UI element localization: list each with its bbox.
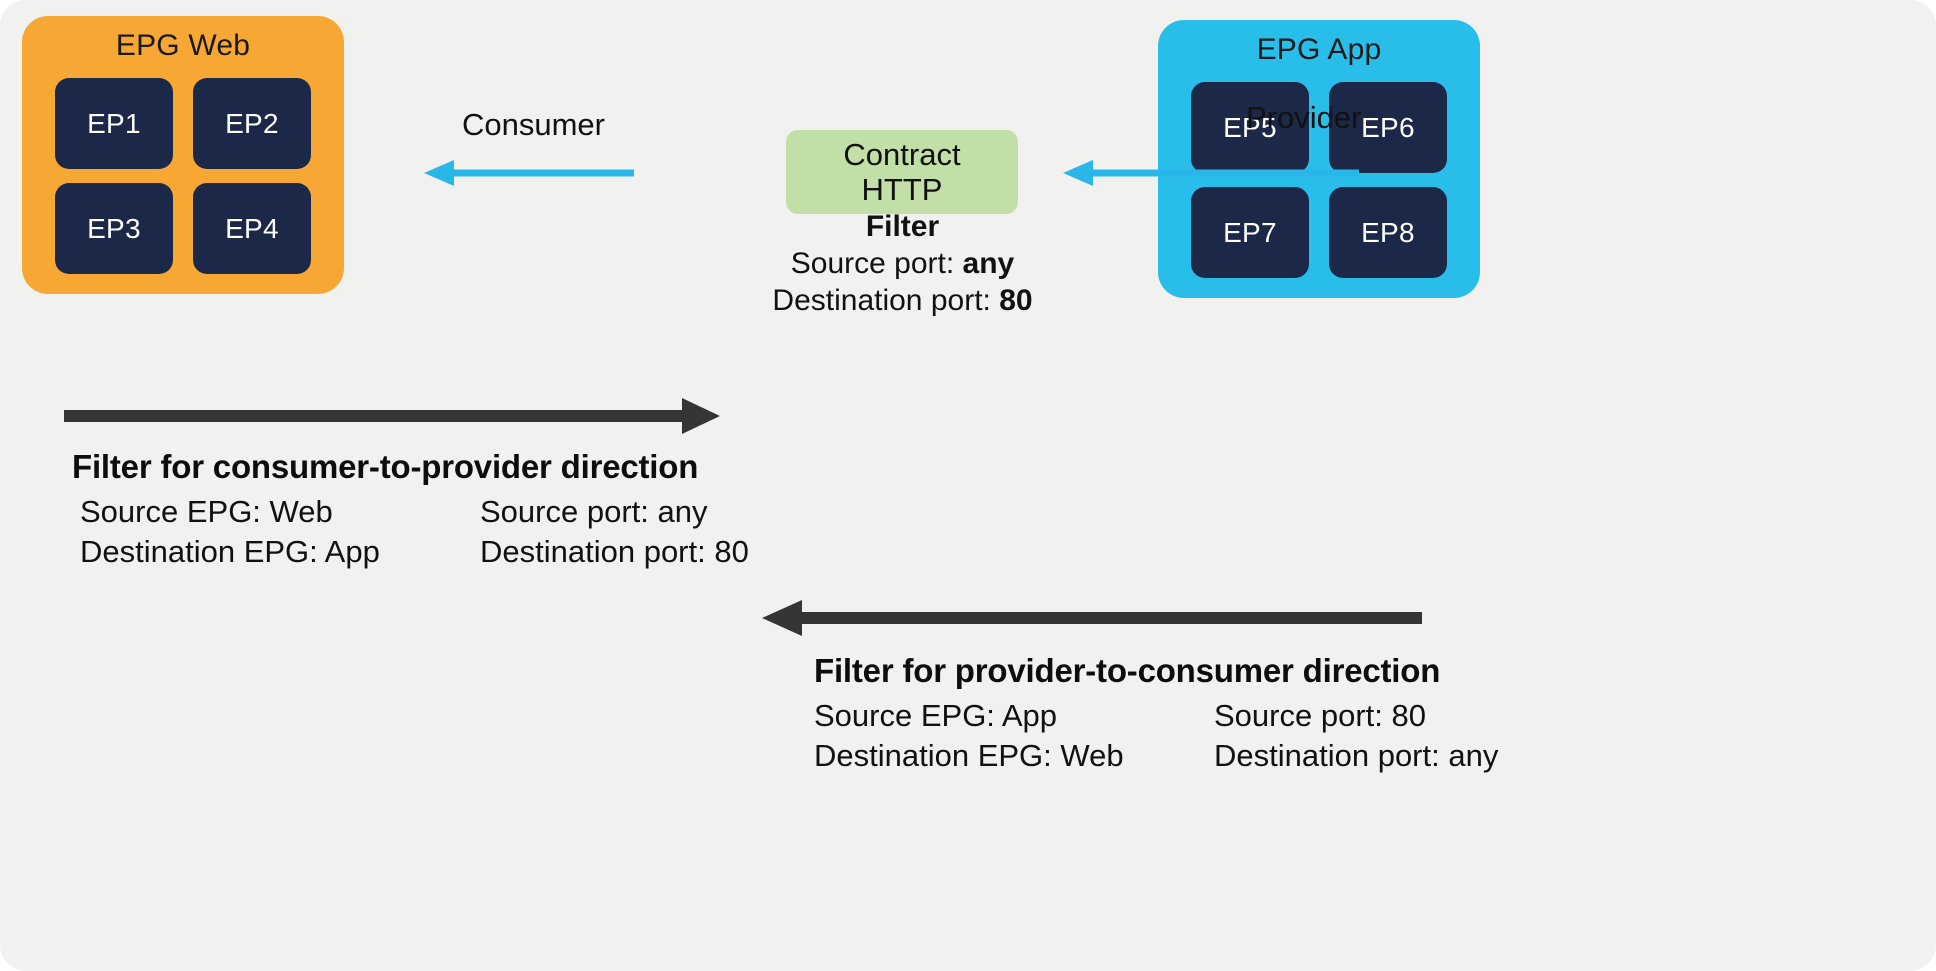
contract-filter-destination-port: Destination port: 80 <box>760 282 1045 319</box>
epg-app-group: EPG App EP5 EP6 EP7 EP8 <box>1158 20 1480 298</box>
consumer-to-provider-source-epg: Source EPG: Web <box>80 494 333 529</box>
endpoint-node: EP3 <box>55 183 173 274</box>
consumer-to-provider-destination-port: Destination port: 80 <box>480 533 749 569</box>
epg-web-group: EPG Web EP1 EP2 EP3 EP4 <box>22 16 344 294</box>
consumer-arrow-icon <box>424 160 634 186</box>
epg-web-endpoint-grid: EP1 EP2 EP3 EP4 <box>55 78 311 274</box>
epg-app-title: EPG App <box>1256 33 1382 66</box>
contract-filter-destination-port-label: Destination port: <box>772 284 1000 318</box>
consumer-to-provider-port-column: Source port: any Destination port: 80 <box>480 492 749 571</box>
consumer-to-provider-title: Filter for consumer-to-provider directio… <box>72 448 699 485</box>
endpoint-node: EP8 <box>1329 187 1447 278</box>
consumer-to-provider-block: Filter for consumer-to-provider directio… <box>64 398 784 571</box>
provider-arrow-icon <box>1063 160 1359 186</box>
contract-box: Contract HTTP <box>786 130 1018 214</box>
provider-to-consumer-block: Filter for provider-to-consumer directio… <box>762 600 1522 775</box>
endpoint-node: EP1 <box>55 78 173 169</box>
contract-line-2: HTTP <box>861 172 943 207</box>
contract-filter-destination-port-value: 80 <box>999 284 1033 318</box>
contract-filter-source-port-label: Source port: <box>790 247 963 281</box>
provider-arrow-label: Provider <box>1246 100 1362 135</box>
provider-to-consumer-source-port: Source port: 80 <box>1214 698 1426 733</box>
consumer-arrow-label: Consumer <box>462 107 605 142</box>
contract-filter-source-port-value: any <box>962 247 1015 281</box>
diagram-canvas: EPG Web EP1 EP2 EP3 EP4 EPG App EP5 EP6 … <box>0 0 1936 971</box>
provider-to-consumer-source-epg: Source EPG: App <box>814 698 1057 733</box>
right-arrow-icon <box>64 398 720 434</box>
contract-filter-source-port: Source port: any <box>760 245 1045 282</box>
provider-to-consumer-destination-epg: Destination EPG: Web <box>814 737 1124 773</box>
endpoint-node: EP7 <box>1191 187 1309 278</box>
provider-to-consumer-details: Source EPG: App Destination EPG: Web Sou… <box>814 696 1522 775</box>
provider-to-consumer-port-column: Source port: 80 Destination port: any <box>1214 696 1498 775</box>
contract-filter-title: Filter <box>865 210 940 243</box>
left-arrow-icon <box>762 600 1422 636</box>
endpoint-node: EP2 <box>193 78 311 169</box>
endpoint-node: EP4 <box>193 183 311 274</box>
contract-filter-caption: Filter Source port: any Destination port… <box>760 208 1045 320</box>
provider-to-consumer-epg-column: Source EPG: App Destination EPG: Web <box>814 696 1214 775</box>
provider-to-consumer-title: Filter for provider-to-consumer directio… <box>814 652 1441 689</box>
consumer-to-provider-details: Source EPG: Web Destination EPG: App Sou… <box>80 492 784 571</box>
consumer-to-provider-source-port: Source port: any <box>480 494 708 529</box>
epg-web-title: EPG Web <box>115 29 251 62</box>
consumer-to-provider-epg-column: Source EPG: Web Destination EPG: App <box>80 492 480 571</box>
consumer-to-provider-destination-epg: Destination EPG: App <box>80 533 380 569</box>
provider-to-consumer-destination-port: Destination port: any <box>1214 737 1499 773</box>
contract-line-1: Contract <box>843 136 961 172</box>
